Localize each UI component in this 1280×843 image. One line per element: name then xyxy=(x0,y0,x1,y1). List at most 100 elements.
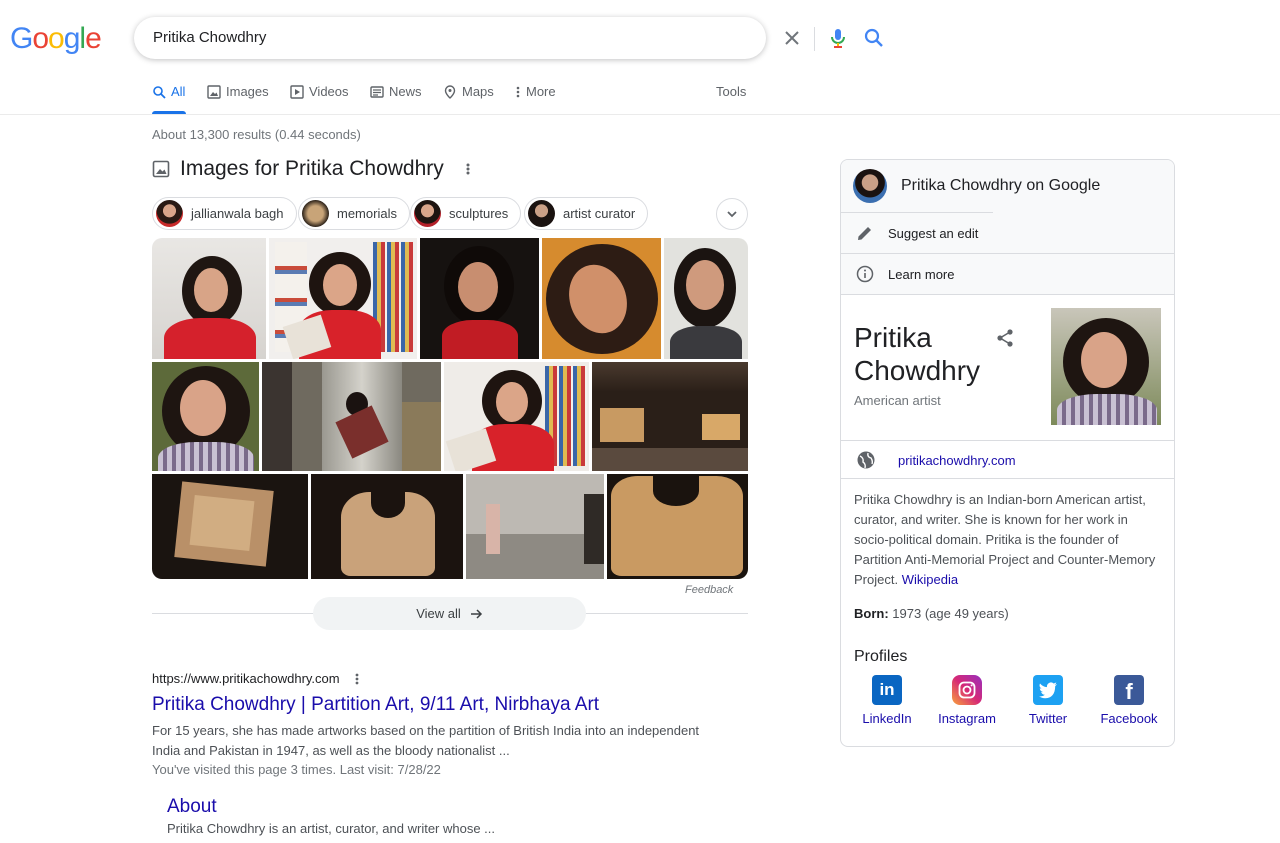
on-google-header[interactable]: Pritika Chowdhry on Google xyxy=(853,169,1100,203)
chip-thumbnail xyxy=(414,200,441,227)
more-options-icon[interactable] xyxy=(353,671,361,692)
wikipedia-link[interactable]: Wikipedia xyxy=(902,572,958,587)
sitelink-about[interactable]: About xyxy=(167,796,217,818)
image-thumbnail[interactable] xyxy=(592,362,748,471)
microphone-icon[interactable] xyxy=(826,26,850,55)
search-box[interactable]: Pritika Chowdhry xyxy=(134,17,883,59)
feedback-link[interactable]: Feedback xyxy=(685,584,733,596)
profile-label: Twitter xyxy=(1028,711,1068,726)
entity-photo[interactable] xyxy=(1051,308,1161,425)
suggest-edit-label: Suggest an edit xyxy=(888,225,979,241)
search-icon[interactable] xyxy=(862,26,886,55)
tab-label: More xyxy=(526,84,556,99)
twitter-icon xyxy=(1033,675,1063,705)
chip-memorials[interactable]: memorials xyxy=(298,197,410,230)
tools-button[interactable]: Tools xyxy=(716,84,746,114)
tab-more[interactable]: More xyxy=(515,84,556,114)
chip-label: artist curator xyxy=(563,206,636,221)
result-snippet: For 15 years, she has made artworks base… xyxy=(152,723,700,758)
profile-label: Instagram xyxy=(938,711,996,726)
images-title: Images for Pritika Chowdhry xyxy=(180,157,444,180)
entity-name: Pritika Chowdhry xyxy=(854,321,980,387)
tab-all[interactable]: All xyxy=(152,84,186,114)
description-text: Pritika Chowdhry is an Indian-born Ameri… xyxy=(854,492,1156,587)
instagram-icon xyxy=(952,675,982,705)
knowledge-panel: Pritika Chowdhry on Google Suggest an ed… xyxy=(840,159,1175,747)
tab-maps[interactable]: Maps xyxy=(443,84,494,114)
chip-thumbnail xyxy=(302,200,329,227)
image-thumbnail[interactable] xyxy=(607,474,748,579)
google-logo[interactable]: Google xyxy=(10,22,102,56)
sitelink-snippet: Pritika Chowdhry is an artist, curator, … xyxy=(167,821,496,836)
learn-more-label: Learn more xyxy=(888,266,955,282)
images-heading[interactable]: Images for Pritika Chowdhry xyxy=(152,157,444,181)
clear-icon[interactable] xyxy=(780,26,804,55)
image-thumbnail[interactable] xyxy=(152,474,308,579)
chip-thumbnail xyxy=(156,200,183,227)
search-tabs: All Images Videos News Maps More Tools xyxy=(152,84,752,114)
image-thumbnail[interactable] xyxy=(664,238,748,359)
profile-label: Facebook xyxy=(1100,711,1158,726)
share-icon[interactable] xyxy=(995,328,1015,353)
tab-label: All xyxy=(171,84,186,99)
view-all-label: View all xyxy=(416,606,461,621)
image-thumbnail[interactable] xyxy=(444,362,589,471)
image-thumbnail[interactable] xyxy=(311,474,463,579)
result-url[interactable]: https://www.pritikachowdhry.com xyxy=(152,671,340,686)
divider xyxy=(841,478,1174,479)
image-thumbnail[interactable] xyxy=(152,362,259,471)
search-divider xyxy=(814,27,815,51)
profile-facebook[interactable]: f Facebook xyxy=(1089,675,1169,726)
tab-news[interactable]: News xyxy=(370,84,422,114)
play-icon xyxy=(290,85,304,99)
profile-instagram[interactable]: Instagram xyxy=(927,675,1007,726)
divider xyxy=(841,440,1174,441)
logo-letter: e xyxy=(85,22,102,55)
view-all-button[interactable]: View all xyxy=(313,597,586,630)
tab-label: Images xyxy=(226,84,269,99)
more-vert-icon xyxy=(516,86,520,98)
expand-chips-button[interactable] xyxy=(716,198,748,230)
visited-note: You've visited this page 3 times. Last v… xyxy=(152,762,441,777)
more-options-icon[interactable] xyxy=(464,161,472,182)
logo-letter: G xyxy=(10,22,33,55)
linkedin-icon: in xyxy=(872,675,902,705)
entity-name-line: Pritika xyxy=(854,322,932,353)
image-grid xyxy=(152,238,748,579)
result-title-link[interactable]: Pritika Chowdhry | Partition Art, 9/11 A… xyxy=(152,694,599,716)
chip-artist-curator[interactable]: artist curator xyxy=(524,197,649,230)
logo-letter: g xyxy=(63,22,81,55)
image-thumbnail[interactable] xyxy=(420,238,539,359)
avatar xyxy=(853,169,887,203)
logo-letter: o xyxy=(48,22,65,55)
map-pin-icon xyxy=(444,85,456,99)
tab-label: News xyxy=(389,84,422,99)
image-thumbnail[interactable] xyxy=(466,474,604,579)
globe-icon xyxy=(857,451,875,469)
learn-more-button[interactable]: Learn more xyxy=(841,254,1174,294)
profile-linkedin[interactable]: in LinkedIn xyxy=(847,675,927,726)
suggest-edit-button[interactable]: Suggest an edit xyxy=(841,213,1174,253)
image-icon xyxy=(152,160,170,178)
tab-images[interactable]: Images xyxy=(207,84,269,114)
chip-label: jallianwala bagh xyxy=(191,206,284,221)
website-link[interactable]: pritikachowdhry.com xyxy=(856,450,1016,470)
image-thumbnail[interactable] xyxy=(269,238,417,359)
entity-subtitle: American artist xyxy=(854,393,941,408)
facebook-icon: f xyxy=(1114,675,1144,705)
tab-videos[interactable]: Videos xyxy=(290,84,349,114)
profile-twitter[interactable]: Twitter xyxy=(1008,675,1088,726)
image-thumbnail[interactable] xyxy=(542,238,661,359)
chip-jallianwala-bagh[interactable]: jallianwala bagh xyxy=(152,197,297,230)
image-thumbnail[interactable] xyxy=(152,238,266,359)
born-label: Born: xyxy=(854,606,889,621)
tab-label: Videos xyxy=(309,84,349,99)
search-input[interactable]: Pritika Chowdhry xyxy=(153,29,266,46)
website-label: pritikachowdhry.com xyxy=(898,452,1016,468)
image-thumbnail[interactable] xyxy=(262,362,441,471)
born-fact: Born: 1973 (age 49 years) xyxy=(854,606,1009,621)
tab-label: Maps xyxy=(462,84,494,99)
born-value: 1973 (age 49 years) xyxy=(892,606,1009,621)
chip-label: sculptures xyxy=(449,206,509,221)
chip-sculptures[interactable]: sculptures xyxy=(410,197,522,230)
